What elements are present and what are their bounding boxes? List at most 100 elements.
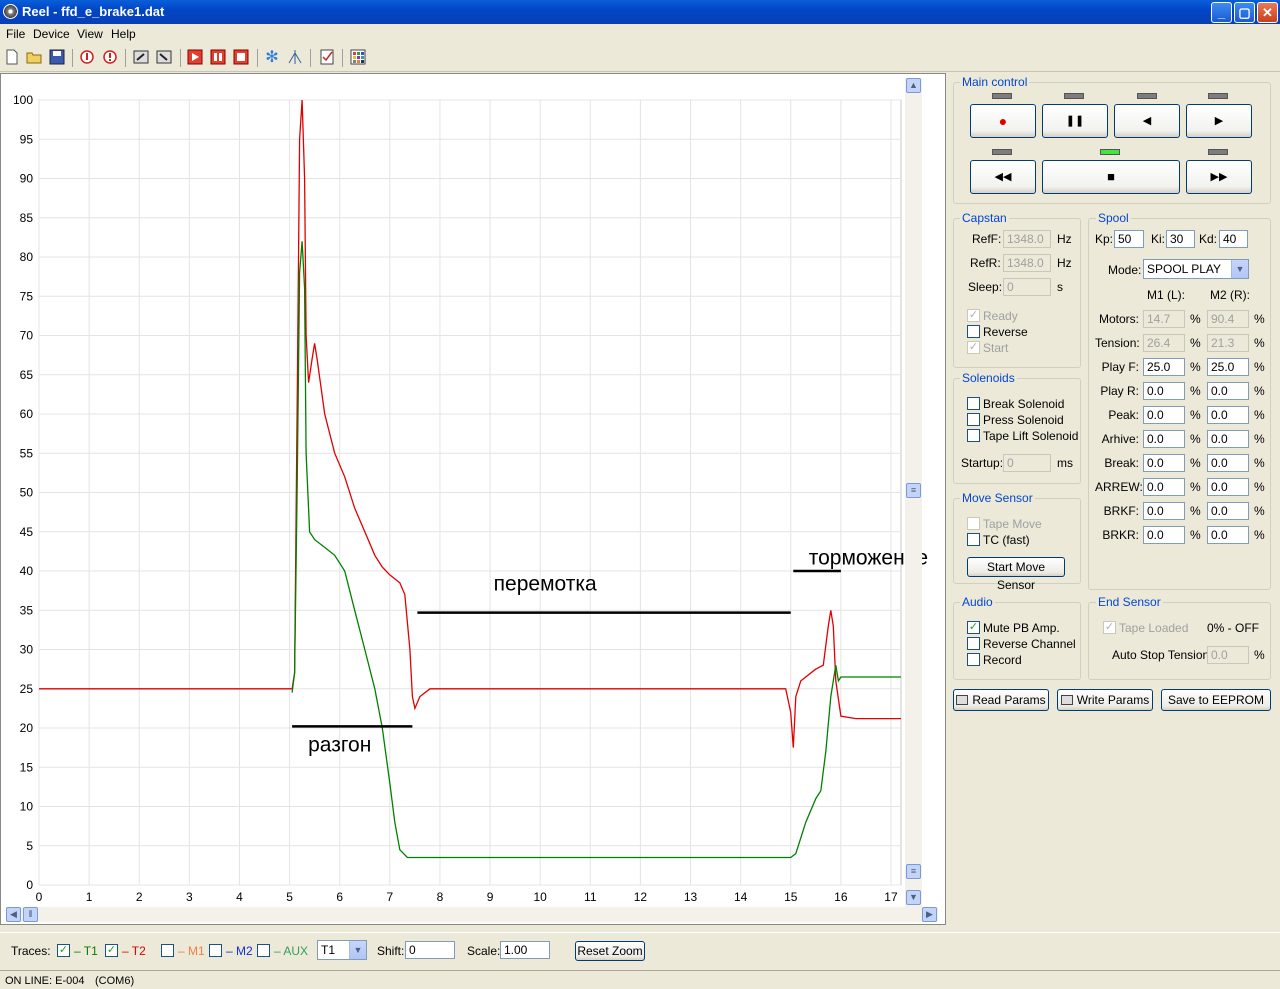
shift-input[interactable]: 0 — [405, 941, 455, 959]
x-tick-label: 9 — [487, 890, 494, 904]
info-circle-icon[interactable] — [101, 49, 119, 67]
spool-m1-input[interactable]: 26.4 — [1143, 334, 1185, 352]
tape-move-checkbox[interactable] — [967, 517, 980, 530]
tc-fast-checkbox[interactable] — [967, 533, 980, 546]
stop-circle-icon[interactable] — [78, 49, 96, 67]
kp-input[interactable]: 50 — [1114, 230, 1144, 248]
vertical-scrollbar[interactable]: ▲ ≡ ≡ ▼ — [905, 78, 922, 908]
reff-input[interactable]: 1348.0 — [1003, 230, 1051, 248]
spool-m2-input[interactable]: 0.0 — [1207, 526, 1249, 544]
y-tick-label: 70 — [20, 329, 34, 343]
start-checkbox[interactable]: ✓ — [967, 341, 980, 354]
mode-select[interactable]: SPOOL PLAY ▼ — [1143, 259, 1249, 279]
ki-input[interactable]: 30 — [1166, 230, 1195, 248]
scroll-right-icon[interactable]: ▶ — [922, 907, 937, 922]
play-reverse-button[interactable]: ◀ — [1114, 104, 1180, 138]
menu-device[interactable]: Device — [33, 27, 70, 41]
spool-m2-input[interactable]: 25.0 — [1207, 358, 1249, 376]
spool-m1-input[interactable]: 0.0 — [1143, 406, 1185, 424]
open-folder-icon[interactable] — [25, 49, 43, 67]
sleep-input[interactable]: 0 — [1003, 278, 1051, 296]
spool-m2-input[interactable]: 0.0 — [1207, 454, 1249, 472]
import-icon[interactable] — [155, 49, 173, 67]
press-solenoid-checkbox[interactable] — [967, 413, 980, 426]
ready-checkbox[interactable]: ✓ — [967, 309, 980, 322]
new-file-icon[interactable] — [3, 49, 21, 67]
spool-m2-input[interactable]: 90.4 — [1207, 310, 1249, 328]
maximize-button[interactable]: ▢ — [1234, 2, 1255, 23]
spool-m2-input[interactable]: 0.0 — [1207, 430, 1249, 448]
export-icon[interactable] — [132, 49, 150, 67]
scale-input[interactable]: 1.00 — [500, 941, 550, 959]
scroll-up-icon[interactable]: ▲ — [906, 78, 921, 93]
t1-checkbox[interactable]: ✓ — [57, 944, 70, 957]
tape-lift-solenoid-checkbox[interactable] — [967, 429, 980, 442]
record-icon[interactable] — [186, 49, 204, 67]
scroll-down-icon[interactable]: ▼ — [906, 890, 921, 905]
spool-m2-input[interactable]: 0.0 — [1207, 406, 1249, 424]
spool-m1-input[interactable]: 0.0 — [1143, 454, 1185, 472]
stop-icon[interactable] — [232, 49, 250, 67]
reverse-channel-checkbox[interactable] — [967, 637, 980, 650]
read-params-button[interactable]: Read Params — [953, 689, 1049, 711]
break-solenoid-checkbox[interactable] — [967, 397, 980, 410]
t2-checkbox[interactable]: ✓ — [105, 944, 118, 957]
spool-m1-input[interactable]: 25.0 — [1143, 358, 1185, 376]
tape-loaded-checkbox[interactable]: ✓ — [1103, 621, 1116, 634]
reset-zoom-button[interactable]: Reset Zoom — [575, 941, 645, 961]
play-forward-button[interactable]: ▶ — [1186, 104, 1252, 138]
aux-checkbox[interactable] — [257, 944, 270, 957]
spool-m1-input[interactable]: 0.0 — [1143, 382, 1185, 400]
chevron-down-icon[interactable]: ▼ — [1231, 260, 1248, 278]
spool-m2-input[interactable]: 21.3 — [1207, 334, 1249, 352]
stop-button[interactable]: ■ — [1042, 160, 1180, 194]
menu-help[interactable]: Help — [111, 27, 136, 41]
rewind-button[interactable]: ◀◀ — [970, 160, 1036, 194]
close-button[interactable]: ✕ — [1257, 2, 1278, 23]
write-params-button[interactable]: Write Params — [1057, 689, 1153, 711]
x-tick-label: 12 — [634, 890, 648, 904]
chevron-down-icon[interactable]: ▼ — [349, 941, 366, 959]
checklist-icon[interactable] — [318, 49, 336, 67]
spool-m2-input[interactable]: 0.0 — [1207, 382, 1249, 400]
spool-m1-input[interactable]: 14.7 — [1143, 310, 1185, 328]
scroll-thumb-bottom[interactable]: ≡ — [906, 864, 921, 879]
save-icon[interactable] — [48, 49, 66, 67]
trace-select-value: T1 — [321, 943, 336, 957]
mute-pb-amp-checkbox[interactable]: ✓ — [967, 621, 980, 634]
grid-icon[interactable] — [349, 49, 367, 67]
spool-m1-input[interactable]: 0.0 — [1143, 430, 1185, 448]
spool-m1-input[interactable]: 0.0 — [1143, 526, 1185, 544]
scroll-left-icon[interactable]: ◀ — [6, 907, 21, 922]
scroll-thumb-top[interactable]: ≡ — [906, 483, 921, 498]
m1-checkbox[interactable] — [161, 944, 174, 957]
reverse-checkbox[interactable] — [967, 325, 980, 338]
refr-input[interactable]: 1348.0 — [1003, 254, 1051, 272]
tree-icon[interactable] — [286, 49, 304, 67]
spool-m2-input[interactable]: 0.0 — [1207, 502, 1249, 520]
record-checkbox[interactable] — [967, 653, 980, 666]
save-to-eeprom-button[interactable]: Save to EEPROM — [1161, 689, 1271, 711]
spool-m1-input[interactable]: 0.0 — [1143, 502, 1185, 520]
auto-stop-tension-input[interactable]: 0.0 — [1207, 646, 1249, 664]
fast-forward-button[interactable]: ▶▶ — [1186, 160, 1252, 194]
menu-view[interactable]: View — [77, 27, 103, 41]
spool-m1-input[interactable]: 0.0 — [1143, 478, 1185, 496]
pause-button[interactable]: ❚❚ — [1042, 104, 1108, 138]
trace-select[interactable]: T1 ▼ — [317, 940, 367, 960]
horizontal-scrollbar[interactable]: ◀ ⦀ ▶ — [6, 907, 938, 922]
snowflake-icon[interactable]: ✻ — [263, 49, 281, 67]
y-tick-label: 55 — [20, 446, 34, 460]
trace-chart[interactable]: 0510152025303540455055606570758085909510… — [1, 74, 945, 924]
scroll-thumb-h[interactable]: ⦀ — [23, 907, 38, 922]
spool-m2-input[interactable]: 0.0 — [1207, 478, 1249, 496]
start-move-sensor-button[interactable]: Start Move Sensor — [967, 557, 1065, 592]
pause-icon[interactable] — [209, 49, 227, 67]
startup-input[interactable]: 0 — [1003, 454, 1051, 472]
record-button[interactable]: ● — [970, 104, 1036, 138]
m2-checkbox[interactable] — [209, 944, 222, 957]
kd-input[interactable]: 40 — [1219, 230, 1248, 248]
chart-panel[interactable]: 0 5 10 15 20 25 30 35 40 45 50 55 60 65 70 75 80 85 90 95 10… — [0, 73, 946, 925]
minimize-button[interactable]: _ — [1211, 2, 1232, 23]
menu-file[interactable]: File — [6, 27, 25, 41]
